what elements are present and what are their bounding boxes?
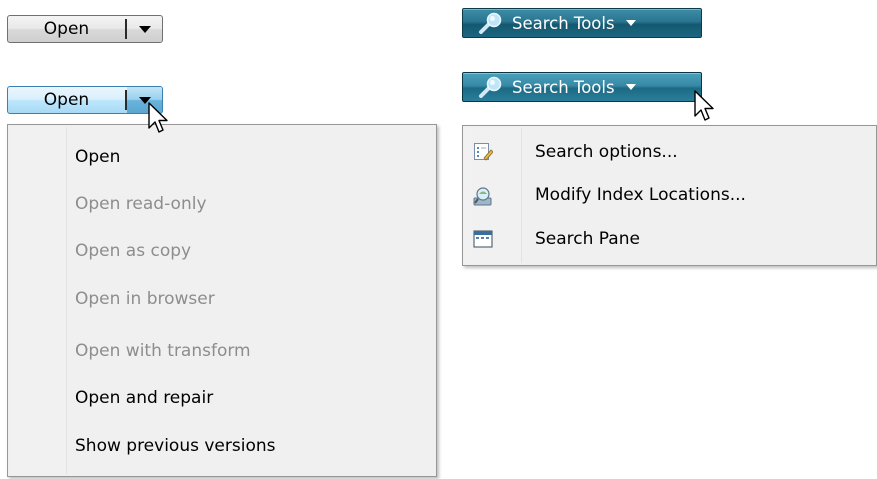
chevron-down-icon	[625, 84, 636, 90]
mouse-cursor-icon	[694, 90, 714, 121]
search-tools-button-hot[interactable]: Search Tools	[462, 72, 702, 102]
open-button-label: Open	[43, 19, 90, 39]
open-button-hot-label: Open	[43, 90, 90, 110]
menu-icon-gutter	[10, 127, 67, 474]
search-tools-button[interactable]: Search Tools	[462, 8, 702, 38]
index-locations-icon	[473, 187, 492, 206]
menu-item-search-options-label: Search options...	[535, 142, 678, 162]
menu-item-open-with-transform[interactable]: Open with transform	[75, 341, 251, 361]
menu-item-open[interactable]: Open	[75, 147, 120, 167]
search-icon	[479, 12, 502, 34]
open-split-button-hot[interactable]: Open	[7, 86, 163, 114]
search-tools-label: Search Tools	[512, 77, 615, 97]
menu-item-search-pane-label: Search Pane	[535, 229, 640, 249]
open-button[interactable]: Open	[8, 16, 125, 42]
search-pane-icon	[473, 230, 493, 248]
options-icon	[474, 143, 493, 161]
search-tools-menu: Search options... Modify Index Locations…	[462, 125, 877, 266]
menu-item-open-as-copy[interactable]: Open as copy	[75, 241, 191, 261]
menu-item-show-previous-versions[interactable]: Show previous versions	[75, 436, 275, 456]
open-split-button[interactable]: Open	[7, 15, 163, 43]
menu-item-open-in-browser[interactable]: Open in browser	[75, 289, 215, 309]
mouse-cursor-icon	[148, 102, 168, 133]
open-dropdown-arrow[interactable]	[127, 16, 162, 42]
search-icon	[479, 76, 502, 98]
chevron-down-icon	[625, 20, 636, 26]
menu-item-modify-index-locations-label: Modify Index Locations...	[535, 185, 746, 205]
open-dropdown-menu: Open Open read-only Open as copy Open in…	[7, 124, 437, 477]
search-tools-label: Search Tools	[512, 13, 615, 33]
open-button-hot[interactable]: Open	[8, 87, 125, 113]
menu-item-open-and-repair[interactable]: Open and repair	[75, 388, 213, 408]
menu-item-open-read-only[interactable]: Open read-only	[75, 194, 207, 214]
chevron-down-icon	[138, 25, 151, 33]
